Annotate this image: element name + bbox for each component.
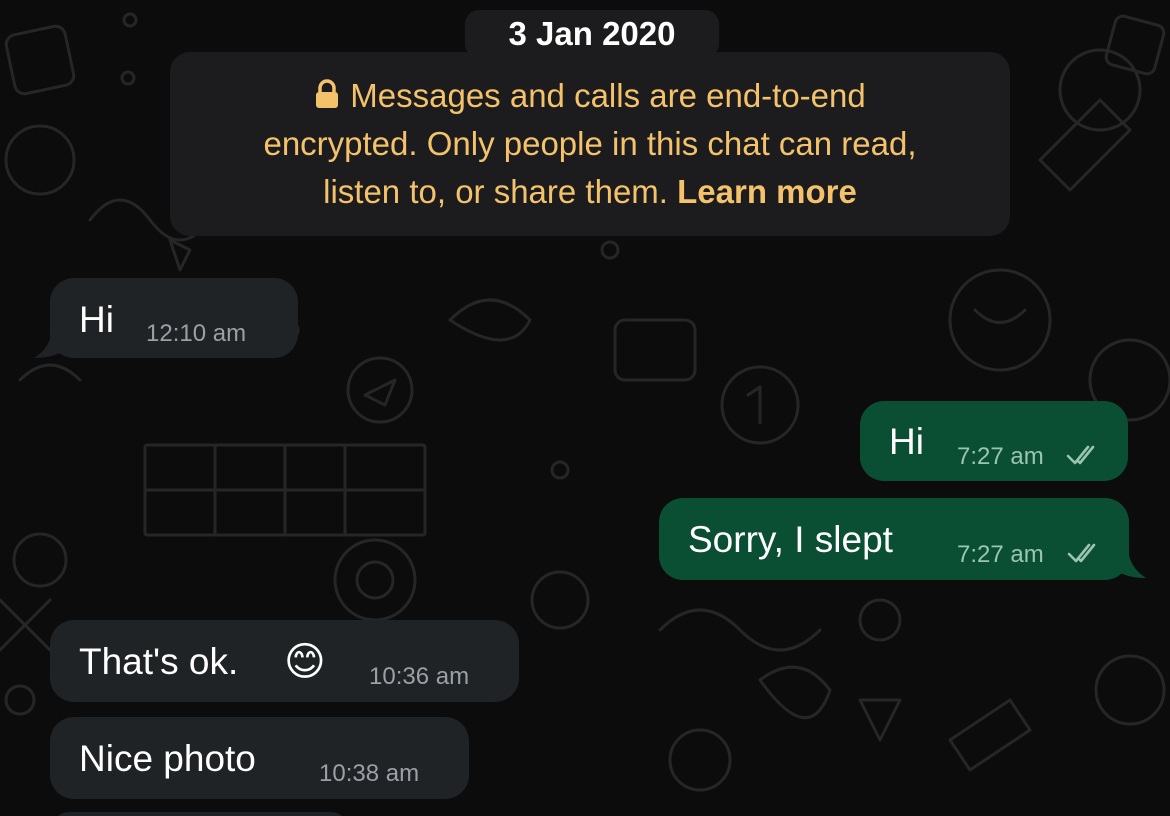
date-separator-label: 3 Jan 2020	[508, 15, 676, 52]
smiling-face-emoji: 😊	[284, 640, 326, 684]
message-bubble-incoming-partial[interactable]	[50, 812, 350, 816]
date-separator: 3 Jan 2020	[465, 10, 719, 58]
message-time: 12:10 am	[146, 320, 247, 347]
message-bubble-incoming[interactable]: That's ok. 😊 10:36 am	[50, 620, 519, 702]
message-text: Hi	[79, 299, 114, 340]
encryption-line-1: Messages and calls are end-to-end	[350, 77, 866, 114]
message-text: That's ok.	[79, 641, 239, 682]
message-text: Sorry, I slept	[688, 519, 893, 560]
chat-view: 3 Jan 2020 Messages and calls are end-to…	[0, 0, 1170, 816]
read-ticks-icon	[1066, 445, 1095, 465]
message-time: 10:38 am	[319, 760, 420, 787]
outgoing-bubble-tail	[1116, 540, 1146, 578]
encryption-line-3: listen to, or share them.	[323, 173, 668, 210]
message-time: 7:27 am	[957, 443, 1044, 470]
lock-icon	[316, 79, 339, 108]
message-time: 10:36 am	[369, 663, 470, 690]
message-bubble-incoming[interactable]: Hi 12:10 am	[50, 278, 298, 358]
encryption-notice[interactable]: Messages and calls are end-to-end encryp…	[170, 52, 1010, 236]
learn-more-link[interactable]: Learn more	[677, 173, 857, 210]
message-bubble-outgoing[interactable]: Hi 7:27 am	[860, 401, 1128, 481]
message-bubble-outgoing[interactable]: Sorry, I slept 7:27 am	[659, 498, 1129, 580]
read-ticks-icon	[1067, 543, 1096, 563]
encryption-line-2: encrypted. Only people in this chat can …	[263, 125, 917, 162]
message-time: 7:27 am	[957, 541, 1044, 568]
message-bubble-incoming[interactable]: Nice photo 10:38 am	[50, 717, 469, 799]
message-text: Hi	[889, 421, 924, 462]
message-text: Nice photo	[79, 738, 256, 779]
